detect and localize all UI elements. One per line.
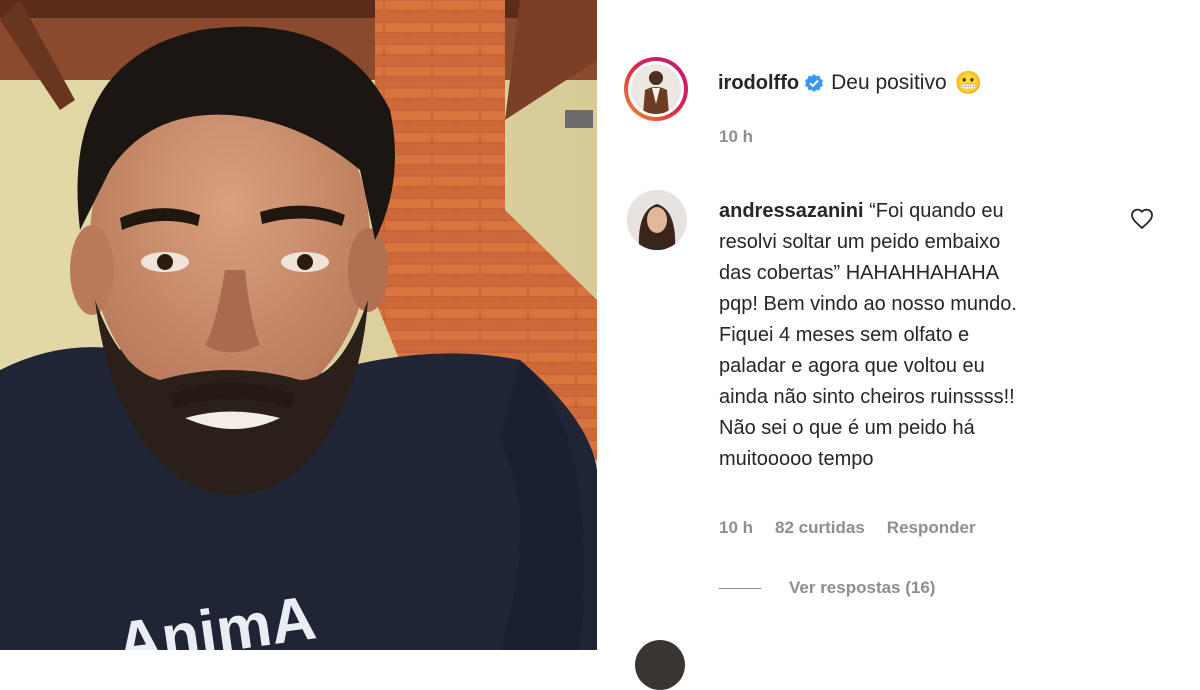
comment-line-6: paladar e agora que voltou eu bbox=[719, 355, 985, 377]
post-caption: Deu positivo bbox=[831, 71, 947, 94]
comment-line-2: resolvi soltar um peido embaixo bbox=[719, 231, 1001, 253]
post-author-avatar[interactable] bbox=[624, 57, 688, 121]
comment-likes-count[interactable]: 82 curtidas bbox=[775, 518, 865, 538]
comment-line-8: Não sei o que é um peido há bbox=[719, 417, 975, 439]
commenter-photo-icon bbox=[627, 190, 687, 250]
comments-panel: irodolffo Deu positivo 😬 10 h andressaza… bbox=[597, 0, 1200, 690]
comment-line-7: ainda não sinto cheiros ruinssss!! bbox=[719, 386, 1015, 408]
comment-line-1: andressazanini “Foi quando eu bbox=[719, 196, 1149, 227]
reply-button[interactable]: Responder bbox=[887, 518, 976, 538]
comment-line-5: Fiquei 4 meses sem olfato e bbox=[719, 324, 970, 346]
comment-like-button[interactable] bbox=[1130, 207, 1154, 231]
grimacing-emoji-icon: 😬 bbox=[954, 70, 983, 95]
next-commenter-avatar[interactable] bbox=[635, 640, 685, 690]
avatar-person-icon bbox=[643, 71, 669, 114]
view-replies-label: Ver respostas (16) bbox=[789, 578, 936, 597]
commenter-username[interactable]: andressazanini bbox=[719, 200, 864, 222]
comment-text-start: “Foi quando eu bbox=[869, 200, 1004, 222]
view-replies-button[interactable]: Ver respostas (16) bbox=[719, 576, 935, 600]
heart-icon bbox=[1131, 208, 1153, 230]
post-author-username[interactable]: irodolffo bbox=[718, 72, 799, 95]
comment-actions: 10 h 82 curtidas Responder bbox=[719, 516, 976, 540]
post-photo[interactable]: AnimA bbox=[0, 0, 597, 650]
comment-line-3: das cobertas” HAHAHHAHAHA bbox=[719, 262, 1000, 284]
replies-divider-line bbox=[719, 587, 761, 589]
verified-badge-icon bbox=[805, 74, 824, 92]
post-timestamp[interactable]: 10 h bbox=[719, 127, 753, 147]
comment-line-4: pqp! Bem vindo ao nosso mundo. bbox=[719, 293, 1017, 315]
comment-line-9: muitooooo tempo bbox=[719, 448, 874, 470]
comment-body: andressazanini “Foi quando eu resolvi so… bbox=[719, 196, 1149, 475]
man-portrait-image: AnimA bbox=[0, 0, 597, 650]
commenter-avatar[interactable] bbox=[627, 190, 687, 250]
comment-timestamp[interactable]: 10 h bbox=[719, 518, 753, 538]
